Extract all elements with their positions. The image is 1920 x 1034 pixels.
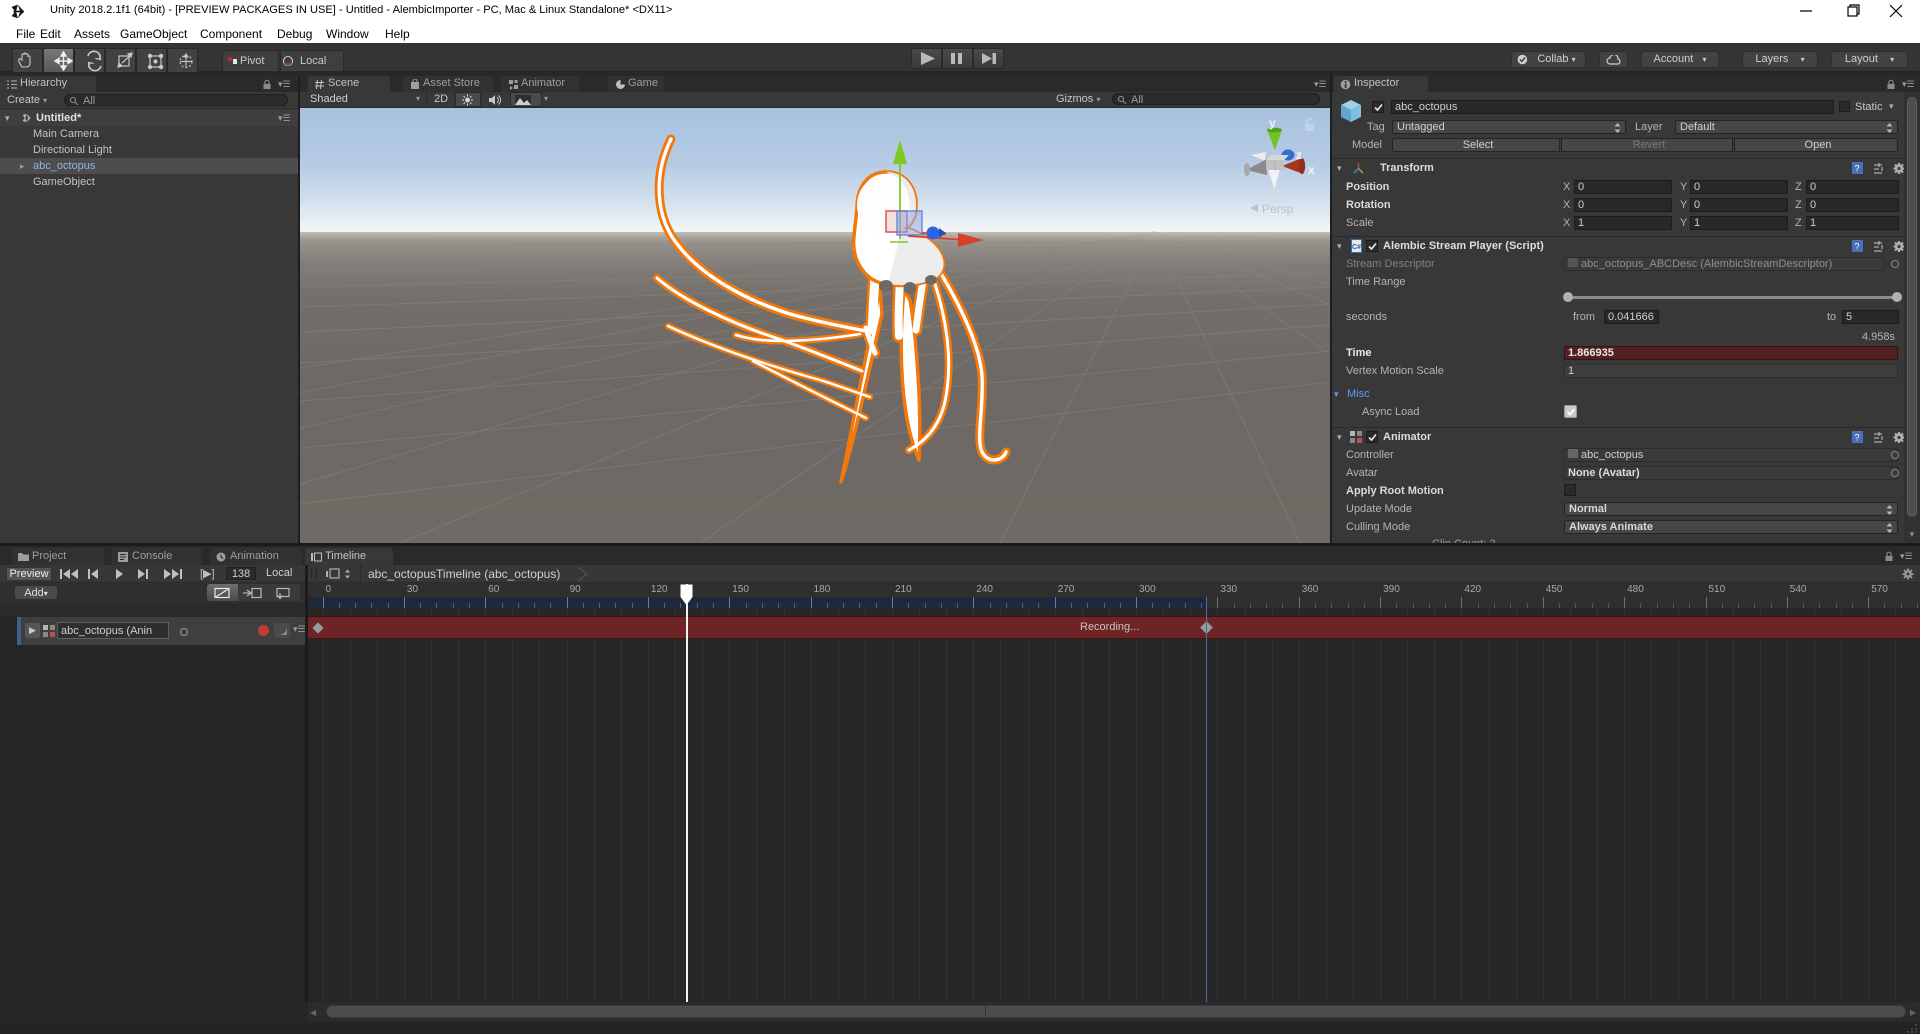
- svg-text:z: z: [1296, 148, 1302, 162]
- svg-text:?: ?: [1855, 433, 1860, 443]
- svg-text:?: ?: [1855, 164, 1860, 174]
- svg-text:x: x: [1308, 163, 1315, 177]
- svg-text:Persp: Persp: [1262, 202, 1294, 216]
- svg-text:y: y: [1269, 116, 1276, 130]
- svg-text:?: ?: [1855, 242, 1860, 252]
- svg-text:C#: C#: [1352, 244, 1361, 251]
